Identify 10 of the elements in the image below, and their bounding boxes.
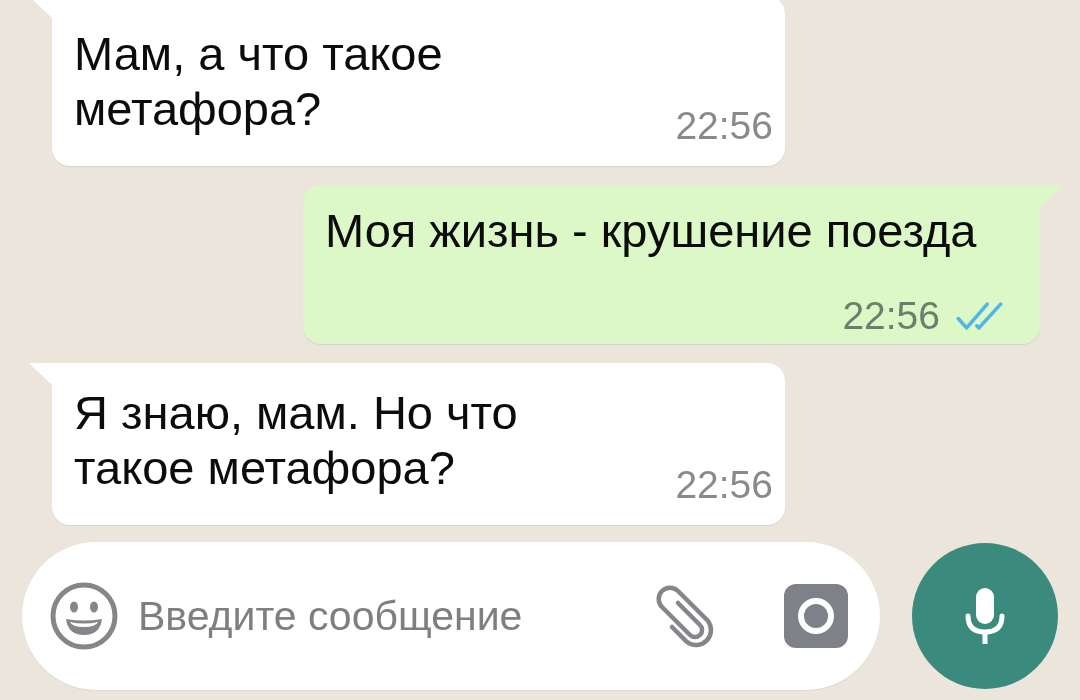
message-time: 22:56 [842,293,940,339]
message-input[interactable]: Введите сообщение [138,586,628,646]
message-text: Я знаю, мам. Но что такое метафора? [74,385,519,495]
message-text: Мам, а что такое метафора? [74,26,444,136]
message-time: 22:56 [675,462,773,508]
camera-icon[interactable] [784,584,848,648]
emoji-icon[interactable] [50,582,118,650]
message-text: Моя жизнь - крушение поезда [325,203,978,258]
microphone-icon [965,588,1005,644]
message-time: 22:56 [675,103,773,149]
